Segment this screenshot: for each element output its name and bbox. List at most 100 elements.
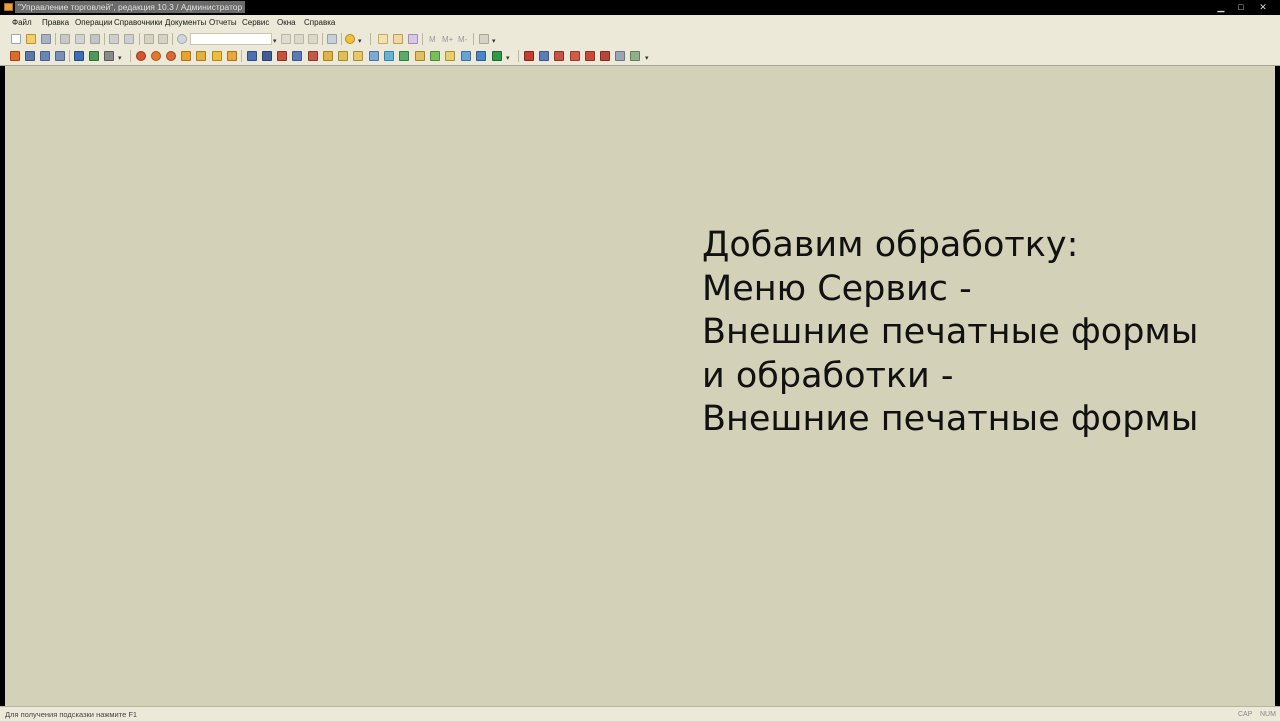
instruction-line: и обработки - <box>702 355 954 396</box>
menu-help[interactable]: Справка <box>304 18 335 28</box>
document-icon[interactable] <box>399 51 409 61</box>
new-document-icon[interactable] <box>11 34 21 44</box>
maximize-button[interactable]: □ <box>1236 2 1246 12</box>
menu-windows[interactable]: Окна <box>277 18 296 28</box>
document-icon[interactable] <box>151 51 161 61</box>
toolbar-separator <box>322 33 323 45</box>
hand-tool-icon[interactable] <box>479 34 489 44</box>
find-all-icon[interactable] <box>308 34 318 44</box>
document-icon[interactable] <box>430 51 440 61</box>
instruction-line: Внешние печатные формы <box>702 312 1199 352</box>
report-icon[interactable] <box>524 51 534 61</box>
copy-icon[interactable] <box>75 34 85 44</box>
shortcuts-dropdown-icon[interactable]: ▾ <box>118 55 122 62</box>
document-icon[interactable] <box>415 51 425 61</box>
toolbar-options-icon[interactable]: ▾ <box>492 38 496 45</box>
info-dropdown-icon[interactable]: ▾ <box>358 38 362 45</box>
document-icon[interactable] <box>323 51 333 61</box>
menu-operations[interactable]: Операции <box>75 18 112 28</box>
save-icon[interactable] <box>41 34 51 44</box>
document-icon[interactable] <box>166 51 176 61</box>
title-bar: "Управление торговлей", редакция 10.3 / … <box>0 0 1280 15</box>
documents-dropdown-icon[interactable]: ▾ <box>506 55 510 62</box>
report-icon[interactable] <box>630 51 640 61</box>
document-icon[interactable] <box>262 51 272 61</box>
document-icon[interactable] <box>338 51 348 61</box>
document-icon[interactable] <box>476 51 486 61</box>
search-dropdown-icon[interactable]: ▾ <box>273 38 277 45</box>
minimize-button[interactable]: ▁ <box>1216 2 1226 12</box>
menu-documents[interactable]: Документы <box>165 18 206 28</box>
document-icon[interactable] <box>181 51 191 61</box>
document-icon[interactable] <box>353 51 363 61</box>
report-icon[interactable] <box>554 51 564 61</box>
document-icon[interactable] <box>492 51 502 61</box>
users-icon[interactable] <box>408 34 418 44</box>
table-icon[interactable] <box>89 51 99 61</box>
printer-icon[interactable] <box>25 51 35 61</box>
paste-icon[interactable] <box>90 34 100 44</box>
instruction-line: Внешние печатные формы <box>702 399 1199 439</box>
print-preview-icon[interactable] <box>124 34 134 44</box>
toolbar-separator <box>341 33 342 45</box>
print-icon[interactable] <box>109 34 119 44</box>
find-prev-icon[interactable] <box>294 34 304 44</box>
toolbar-separator <box>473 33 474 45</box>
book-icon[interactable] <box>10 51 20 61</box>
document-icon[interactable] <box>292 51 302 61</box>
reports-dropdown-icon[interactable]: ▾ <box>645 55 649 62</box>
toolbar-separator <box>518 50 519 62</box>
document-icon[interactable] <box>461 51 471 61</box>
menu-service[interactable]: Сервис <box>242 18 269 28</box>
document-icon[interactable] <box>369 51 379 61</box>
close-button[interactable]: ✕ <box>1258 2 1268 12</box>
document-icon[interactable] <box>384 51 394 61</box>
standard-toolbar: ▾ ▾ M M+ M- ▾ <box>0 31 1280 48</box>
status-hint: Для получения подсказки нажмите F1 <box>5 710 138 719</box>
toolbar-separator <box>370 33 371 45</box>
cut-icon[interactable] <box>60 34 70 44</box>
toolbar-separator <box>139 33 140 45</box>
document-icon[interactable] <box>445 51 455 61</box>
window-list-icon[interactable] <box>327 34 337 44</box>
undo-icon[interactable] <box>144 34 154 44</box>
calendar-icon[interactable] <box>378 34 388 44</box>
document-icon[interactable] <box>247 51 257 61</box>
status-bar: Для получения подсказки нажмите F1 CAP N… <box>0 706 1280 721</box>
document-icon[interactable] <box>212 51 222 61</box>
toolbar-separator <box>69 50 70 62</box>
menu-bar: Файл Правка Операции Справочники Докумен… <box>0 15 1280 31</box>
memory-minus-label[interactable]: M- <box>458 35 467 44</box>
document-icon[interactable] <box>308 51 318 61</box>
memory-plus-label[interactable]: M+ <box>442 35 453 44</box>
window-title: "Управление торговлей", редакция 10.3 / … <box>15 1 246 13</box>
search-input[interactable] <box>190 33 272 45</box>
report-icon[interactable] <box>570 51 580 61</box>
report-icon[interactable] <box>615 51 625 61</box>
find-next-icon[interactable] <box>281 34 291 44</box>
document-icon[interactable] <box>196 51 206 61</box>
memory-label[interactable]: M <box>429 35 436 44</box>
sort-icon[interactable] <box>74 51 84 61</box>
calculator-icon[interactable] <box>393 34 403 44</box>
instruction-line: Меню Сервис - <box>702 268 972 309</box>
printer-icon[interactable] <box>55 51 65 61</box>
report-icon[interactable] <box>539 51 549 61</box>
printer-icon[interactable] <box>40 51 50 61</box>
open-folder-icon[interactable] <box>26 34 36 44</box>
menu-reports[interactable]: Отчеты <box>209 18 237 28</box>
report-icon[interactable] <box>600 51 610 61</box>
toolbar-separator <box>130 50 131 62</box>
redo-icon[interactable] <box>158 34 168 44</box>
report-icon[interactable] <box>585 51 595 61</box>
menu-file[interactable]: Файл <box>12 18 32 28</box>
document-icon[interactable] <box>227 51 237 61</box>
document-icon[interactable] <box>277 51 287 61</box>
info-icon[interactable] <box>345 34 355 44</box>
menu-catalogs[interactable]: Справочники <box>114 18 162 28</box>
num-indicator: NUM <box>1260 711 1276 718</box>
search-icon[interactable] <box>177 34 187 44</box>
document-icon[interactable] <box>136 51 146 61</box>
menu-edit[interactable]: Правка <box>42 18 69 28</box>
signature-icon[interactable] <box>104 51 114 61</box>
